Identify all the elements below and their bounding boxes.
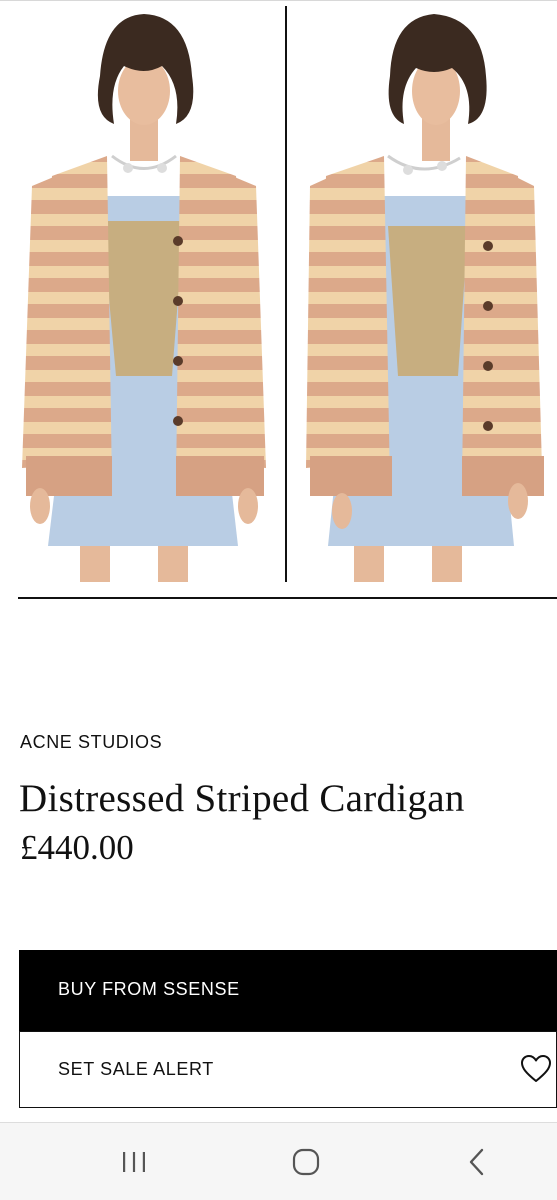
system-navigation-bar <box>0 1122 557 1200</box>
gallery-separator <box>285 6 287 582</box>
sale-alert-label: SET SALE ALERT <box>58 1059 214 1079</box>
back-button[interactable] <box>437 1123 517 1200</box>
set-sale-alert-button[interactable]: SET SALE ALERT <box>19 1031 557 1108</box>
back-icon <box>469 1148 484 1176</box>
model-illustration <box>12 6 276 582</box>
product-price: £440.00 <box>20 828 134 867</box>
buy-from-ssense-button[interactable]: BUY FROM SSENSE <box>19 950 557 1031</box>
product-photo-front[interactable] <box>12 6 276 582</box>
recent-apps-icon <box>123 1152 145 1172</box>
product-image-gallery[interactable] <box>0 0 557 599</box>
top-divider <box>0 0 557 1</box>
home-icon <box>292 1148 320 1176</box>
product-page: ACNE STUDIOS Distressed Striped Cardigan… <box>0 0 557 1200</box>
brand-name[interactable]: ACNE STUDIOS <box>20 732 162 753</box>
buy-button-label: BUY FROM SSENSE <box>58 979 240 999</box>
product-photo-side[interactable] <box>292 6 554 582</box>
recent-apps-button[interactable] <box>94 1123 174 1200</box>
product-title: Distressed Striped Cardigan <box>19 777 465 820</box>
gallery-bottom-rule <box>18 597 557 599</box>
home-button[interactable] <box>266 1123 346 1200</box>
heart-icon[interactable] <box>520 1054 552 1084</box>
model-illustration-side <box>292 6 554 582</box>
